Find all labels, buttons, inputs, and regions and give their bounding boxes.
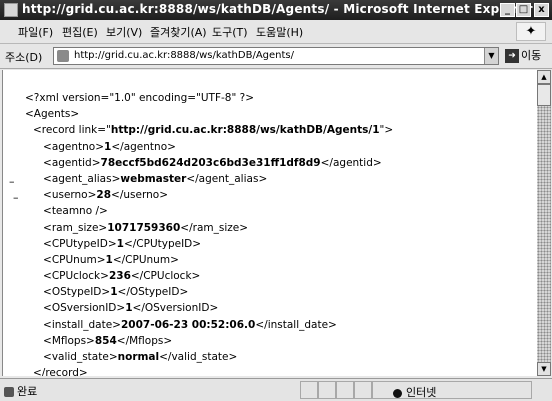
go-label: 이동 bbox=[521, 49, 542, 62]
xml-field-cpuclock: <CPUclock>236</CPUclock> bbox=[43, 270, 201, 283]
menu-view[interactable]: 보기(V) bbox=[106, 24, 142, 40]
xml-record-close: </record> bbox=[33, 367, 88, 376]
field-value: 1 bbox=[110, 286, 118, 299]
field-value: 236 bbox=[108, 270, 131, 283]
address-input[interactable]: http://grid.cu.ac.kr:8888/ws/kathDB/Agen… bbox=[53, 47, 499, 65]
scroll-thumb[interactable] bbox=[537, 84, 551, 106]
xml-field-ram-size: <ram_size>1071759360</ram_size> bbox=[43, 221, 249, 234]
window-title: http://grid.cu.ac.kr:8888/ws/kathDB/Agen… bbox=[22, 2, 533, 16]
field-value: 28 bbox=[96, 189, 112, 202]
field-value: 1 bbox=[105, 253, 113, 266]
xml-field-osversionid: <OSversionID>1</OSversionID> bbox=[43, 302, 219, 315]
close-button[interactable]: x bbox=[534, 3, 549, 17]
field-value: normal bbox=[117, 351, 160, 363]
vertical-scrollbar[interactable]: ▲ ▼ bbox=[537, 70, 551, 376]
address-url[interactable]: http://grid.cu.ac.kr:8888/ws/kathDB/Agen… bbox=[74, 50, 294, 61]
page-done-icon bbox=[4, 387, 14, 397]
collapse-record-toggle[interactable]: – bbox=[13, 191, 19, 204]
xml-record-open: <record link="http://grid.cu.ac.kr:8888/… bbox=[33, 124, 394, 137]
xml-field-agentid: <agentid>78eccf5bd624d203c6bd3e31ff1df8d… bbox=[43, 156, 382, 169]
xml-field-agentno: <agentno>1</agentno> bbox=[43, 140, 176, 153]
page-icon bbox=[57, 50, 69, 62]
title-bar[interactable]: http://grid.cu.ac.kr:8888/ws/kathDB/Agen… bbox=[0, 0, 552, 20]
go-arrow-icon: ➜ bbox=[505, 49, 519, 63]
scroll-down-icon[interactable]: ▼ bbox=[537, 362, 551, 376]
xml-root-open: <Agents> bbox=[25, 108, 80, 121]
field-value: webmaster bbox=[120, 172, 187, 185]
xml-field-teamno: <teamno /> bbox=[43, 205, 108, 218]
minimize-button[interactable]: _ bbox=[500, 3, 515, 17]
field-value: 78eccf5bd624d203c6bd3e31ff1df8d9 bbox=[100, 156, 321, 169]
status-cell bbox=[318, 381, 336, 399]
xml-tree: <?xml version="1.0" encoding="UTF-8" ?> … bbox=[25, 90, 393, 376]
menu-edit[interactable]: 편집(E) bbox=[62, 24, 98, 40]
menu-tools[interactable]: 도구(T) bbox=[212, 24, 248, 40]
status-done: 완료 bbox=[4, 383, 37, 399]
menu-file[interactable]: 파일(F) bbox=[18, 24, 53, 40]
ie-icon bbox=[4, 3, 18, 17]
field-value: 1 bbox=[116, 237, 124, 250]
status-cell bbox=[336, 381, 354, 399]
address-label: 주소(D) bbox=[5, 51, 43, 64]
xml-field-ostypeid: <OStypeID>1</OStypeID> bbox=[43, 286, 189, 299]
xml-declaration: <?xml version="1.0" encoding="UTF-8" ?> bbox=[25, 92, 255, 104]
address-bar: 주소(D) http://grid.cu.ac.kr:8888/ws/kathD… bbox=[0, 44, 552, 69]
record-link: http://grid.cu.ac.kr:8888/ws/kathDB/Agen… bbox=[110, 124, 380, 137]
globe-icon bbox=[393, 388, 402, 398]
status-cell bbox=[354, 381, 372, 399]
record-fields: <agentno>1</agentno> <agentid>78eccf5bd62… bbox=[25, 139, 393, 366]
status-text: 완료 bbox=[17, 385, 38, 398]
field-value: 1071759360 bbox=[107, 221, 181, 234]
field-value: 1 bbox=[104, 140, 112, 153]
xml-field-install-date: <install_date>2007-06-23 00:52:06.0</ins… bbox=[43, 318, 337, 331]
xml-field-mflops: <Mflops>854</Mflops> bbox=[43, 334, 173, 347]
status-bar: 완료 인터넷 bbox=[0, 378, 552, 401]
go-button[interactable]: ➜ 이동 bbox=[505, 47, 549, 65]
field-value: 2007-06-23 00:52:06.0 bbox=[120, 318, 256, 331]
collapse-root-toggle[interactable]: – bbox=[9, 175, 15, 188]
menu-help[interactable]: 도움말(H) bbox=[256, 24, 303, 40]
xml-field-cpunum: <CPUnum>1</CPUnum> bbox=[43, 253, 179, 266]
zone-text: 인터넷 bbox=[406, 386, 437, 399]
chevron-down-icon[interactable]: ▼ bbox=[484, 48, 498, 64]
menu-bar: 파일(F) 편집(E) 보기(V) 즐겨찾기(A) 도구(T) 도움말(H) ✦ bbox=[0, 20, 552, 44]
field-value: 854 bbox=[94, 334, 117, 347]
page-content: – – <?xml version="1.0" encoding="UTF-8"… bbox=[2, 70, 537, 376]
windows-logo-icon: ✦ bbox=[516, 22, 546, 41]
browser-window: http://grid.cu.ac.kr:8888/ws/kathDB/Agen… bbox=[0, 0, 552, 401]
xml-field-agent-alias: <agent_alias>webmaster</agent_alias> bbox=[43, 172, 268, 185]
xml-field-cputypeid: <CPUtypeID>1</CPUtypeID> bbox=[43, 237, 202, 250]
xml-field-userno: <userno>28</userno> bbox=[43, 189, 168, 202]
scroll-up-icon[interactable]: ▲ bbox=[537, 70, 551, 84]
status-cell bbox=[300, 381, 318, 399]
xml-field-valid-state: <valid_state>normal</valid_state> bbox=[43, 351, 238, 363]
internet-zone: 인터넷 bbox=[393, 384, 436, 400]
maximize-button[interactable]: □ bbox=[516, 3, 531, 17]
field-value: 1 bbox=[125, 302, 133, 315]
menu-favorites[interactable]: 즐겨찾기(A) bbox=[150, 24, 207, 40]
